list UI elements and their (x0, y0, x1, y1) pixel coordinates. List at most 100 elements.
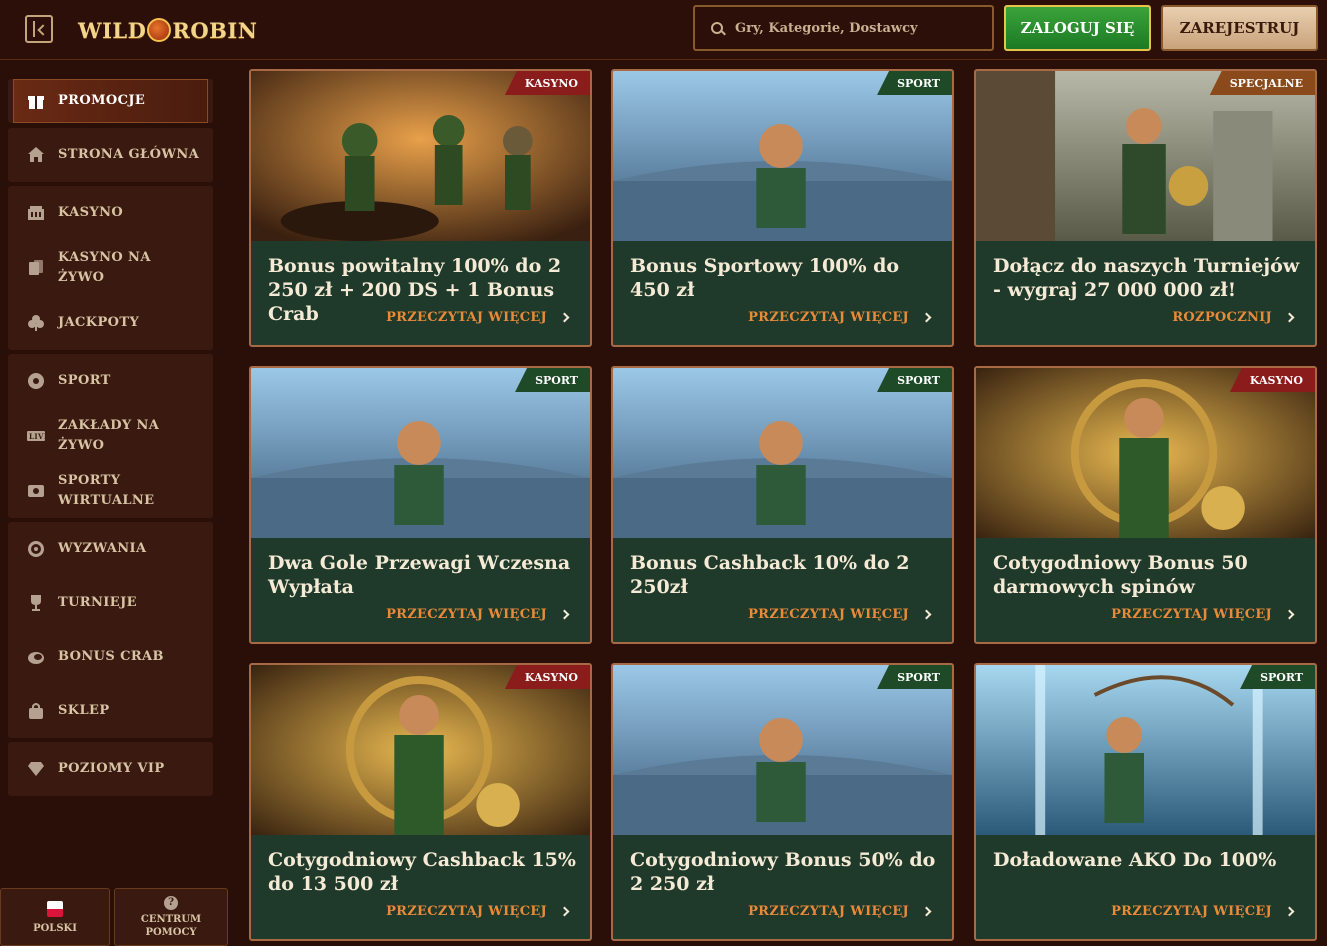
read-more-label: PRZECZYTAJ WIĘCEJ (386, 310, 547, 325)
sidebar-item-jackpoty[interactable]: JACKPOTY (8, 296, 213, 350)
read-more-label: PRZECZYTAJ WIĘCEJ (748, 904, 909, 919)
logo-text-wild: WILD (78, 17, 147, 43)
promo-image (613, 665, 952, 835)
category-badge: SPORT (877, 368, 952, 392)
nav-group: KASYNO KASYNO NA ŻYWO JACKPOTY (8, 186, 213, 350)
chevron-right-icon (559, 609, 570, 620)
sidebar-item-promocje[interactable]: PROMOCJE (13, 79, 208, 123)
promo-card[interactable]: SPORT Bonus Cashback 10% do 2 250zł PRZECZ… (611, 366, 954, 644)
promo-image (976, 368, 1315, 538)
promo-title: Cotygodniowy Bonus 50% do 2 250 zł (630, 849, 936, 895)
register-button[interactable]: ZAREJESTRUJ (1161, 5, 1318, 51)
category-badge: KASYNO (504, 71, 590, 95)
search-icon (711, 22, 723, 34)
category-badge: SPORT (1240, 665, 1315, 689)
sidebar-item-label: KASYNO NA ŻYWO (58, 250, 151, 285)
sidebar-toggle-icon[interactable] (25, 15, 53, 43)
sidebar-footer: POLSKI ? CENTRUM POMOCY (0, 888, 230, 946)
promo-card[interactable]: KASYNO Cotygodniowy Bonus 50 darmowych sp… (974, 366, 1317, 644)
sidebar-item-label: BONUS CRAB (58, 649, 164, 664)
sidebar-item-label: PROMOCJE (58, 93, 146, 108)
sidebar-nav: PROMOCJE STRONA GŁÓWNA KASYNO KASYNO NA ŻYW… (8, 74, 213, 800)
promo-title: Cotygodniowy Cashback 15% do 13 500 zł (268, 849, 576, 895)
site-logo[interactable]: WILD ROBIN (78, 14, 257, 46)
nav-group: PROMOCJE (8, 79, 213, 123)
sidebar-item-wyzwania[interactable]: WYZWANIA (8, 522, 213, 576)
read-more-label: PRZECZYTAJ WIĘCEJ (748, 607, 909, 622)
promo-card[interactable]: KASYNO Cotygodniowy Cashback 15% do 13 50… (249, 663, 592, 941)
promo-image (976, 665, 1315, 835)
promo-title: Dwa Gole Przewagi Wczesna Wypłata (268, 552, 571, 598)
language-button[interactable]: POLSKI (0, 888, 110, 946)
virtual-icon (26, 481, 46, 501)
category-badge: SPORT (877, 665, 952, 689)
search-box[interactable] (693, 5, 994, 51)
promo-image (251, 71, 590, 241)
read-more-label: PRZECZYTAJ WIĘCEJ (386, 904, 547, 919)
casino-icon (26, 203, 46, 223)
sidebar-item-kasyno[interactable]: KASYNO (8, 186, 213, 240)
read-more-link[interactable]: PRZECZYTAJ WIĘCEJ (1111, 904, 1295, 919)
sidebar-item-poziomy-vip[interactable]: POZIOMY VIP (8, 742, 213, 796)
category-badge: SPECJALNE (1209, 71, 1315, 95)
login-button[interactable]: ZALOGUJ SIĘ (1004, 5, 1151, 51)
promo-title: Cotygodniowy Bonus 50 darmowych spinów (993, 552, 1248, 598)
help-center-label: CENTRUM POMOCY (140, 913, 202, 938)
sidebar-item-bonus-crab[interactable]: BONUS CRAB (8, 630, 213, 684)
sidebar-item-label: ZAKŁADY NA ŻYWO (58, 418, 160, 453)
chevron-right-icon (559, 312, 570, 323)
sidebar-item-sport[interactable]: SPORT (8, 354, 213, 408)
promo-title: Bonus Sportowy 100% do 450 zł (630, 255, 900, 301)
help-center-button[interactable]: ? CENTRUM POMOCY (114, 888, 228, 946)
sidebar-item-sporty-wirtualne[interactable]: SPORTY WIRTUALNE (8, 464, 213, 518)
read-more-label: PRZECZYTAJ WIĘCEJ (386, 607, 547, 622)
read-more-label: PRZECZYTAJ WIĘCEJ (748, 310, 909, 325)
nav-group: STRONA GŁÓWNA (8, 128, 213, 182)
sidebar-item-label: TURNIEJE (58, 595, 137, 610)
sidebar-item-strona-główna[interactable]: STRONA GŁÓWNA (8, 128, 213, 182)
live-icon: LIVE (26, 426, 46, 446)
question-icon: ? (164, 895, 178, 910)
logo-target-icon (147, 18, 172, 42)
sidebar-item-zakłady-na-żywo[interactable]: LIVE ZAKŁADY NA ŻYWO (8, 408, 213, 464)
live-cards-icon (26, 258, 46, 278)
search-input[interactable] (735, 20, 975, 36)
promo-card[interactable]: SPECJALNE Dołącz do naszych Turniejów - w… (974, 69, 1317, 347)
read-more-link[interactable]: PRZECZYTAJ WIĘCEJ (748, 904, 932, 919)
read-more-link[interactable]: ROZPOCZNIJ (1172, 310, 1295, 325)
chevron-right-icon (921, 906, 932, 917)
chevron-right-icon (1284, 609, 1295, 620)
promo-card[interactable]: SPORT Dwa Gole Przewagi Wczesna Wypłata PR… (249, 366, 592, 644)
promo-title: Doładowane AKO Do 100% (993, 849, 1277, 871)
ball-icon (26, 371, 46, 391)
chevron-right-icon (1284, 312, 1295, 323)
sidebar-item-label: SPORT (58, 373, 111, 388)
home-icon (26, 145, 46, 165)
read-more-link[interactable]: PRZECZYTAJ WIĘCEJ (386, 607, 570, 622)
category-badge: KASYNO (1229, 368, 1315, 392)
sidebar-item-label: JACKPOTY (58, 315, 140, 330)
sidebar-item-label: STRONA GŁÓWNA (58, 147, 200, 162)
sidebar-item-kasyno-na-żywo[interactable]: KASYNO NA ŻYWO (8, 240, 213, 296)
promo-card[interactable]: SPORT Doładowane AKO Do 100% PRZECZYTAJ WI… (974, 663, 1317, 941)
bag-icon (26, 701, 46, 721)
read-more-link[interactable]: PRZECZYTAJ WIĘCEJ (386, 310, 570, 325)
chevron-right-icon (1284, 906, 1295, 917)
sidebar-item-label: KASYNO (58, 205, 124, 220)
read-more-link[interactable]: PRZECZYTAJ WIĘCEJ (386, 904, 570, 919)
nav-group: POZIOMY VIP (8, 742, 213, 796)
chevron-right-icon (921, 609, 932, 620)
sidebar-item-label: SKLEP (58, 703, 110, 718)
read-more-link[interactable]: PRZECZYTAJ WIĘCEJ (748, 310, 932, 325)
promo-card[interactable]: KASYNO Bonus powitalny 100% do 2 250 zł +… (249, 69, 592, 347)
read-more-link[interactable]: PRZECZYTAJ WIĘCEJ (1111, 607, 1295, 622)
read-more-link[interactable]: PRZECZYTAJ WIĘCEJ (748, 607, 932, 622)
top-header: WILD ROBIN ZALOGUJ SIĘ ZAREJESTRUJ (0, 0, 1327, 60)
promo-card[interactable]: SPORT Cotygodniowy Bonus 50% do 2 250 zł P… (611, 663, 954, 941)
sidebar-item-turnieje[interactable]: TURNIEJE (8, 576, 213, 630)
language-label: POLSKI (33, 922, 77, 934)
promo-image (976, 71, 1315, 241)
sidebar-item-sklep[interactable]: SKLEP (8, 684, 213, 738)
promo-image (613, 71, 952, 241)
promo-card[interactable]: SPORT Bonus Sportowy 100% do 450 zł PRZECZ… (611, 69, 954, 347)
